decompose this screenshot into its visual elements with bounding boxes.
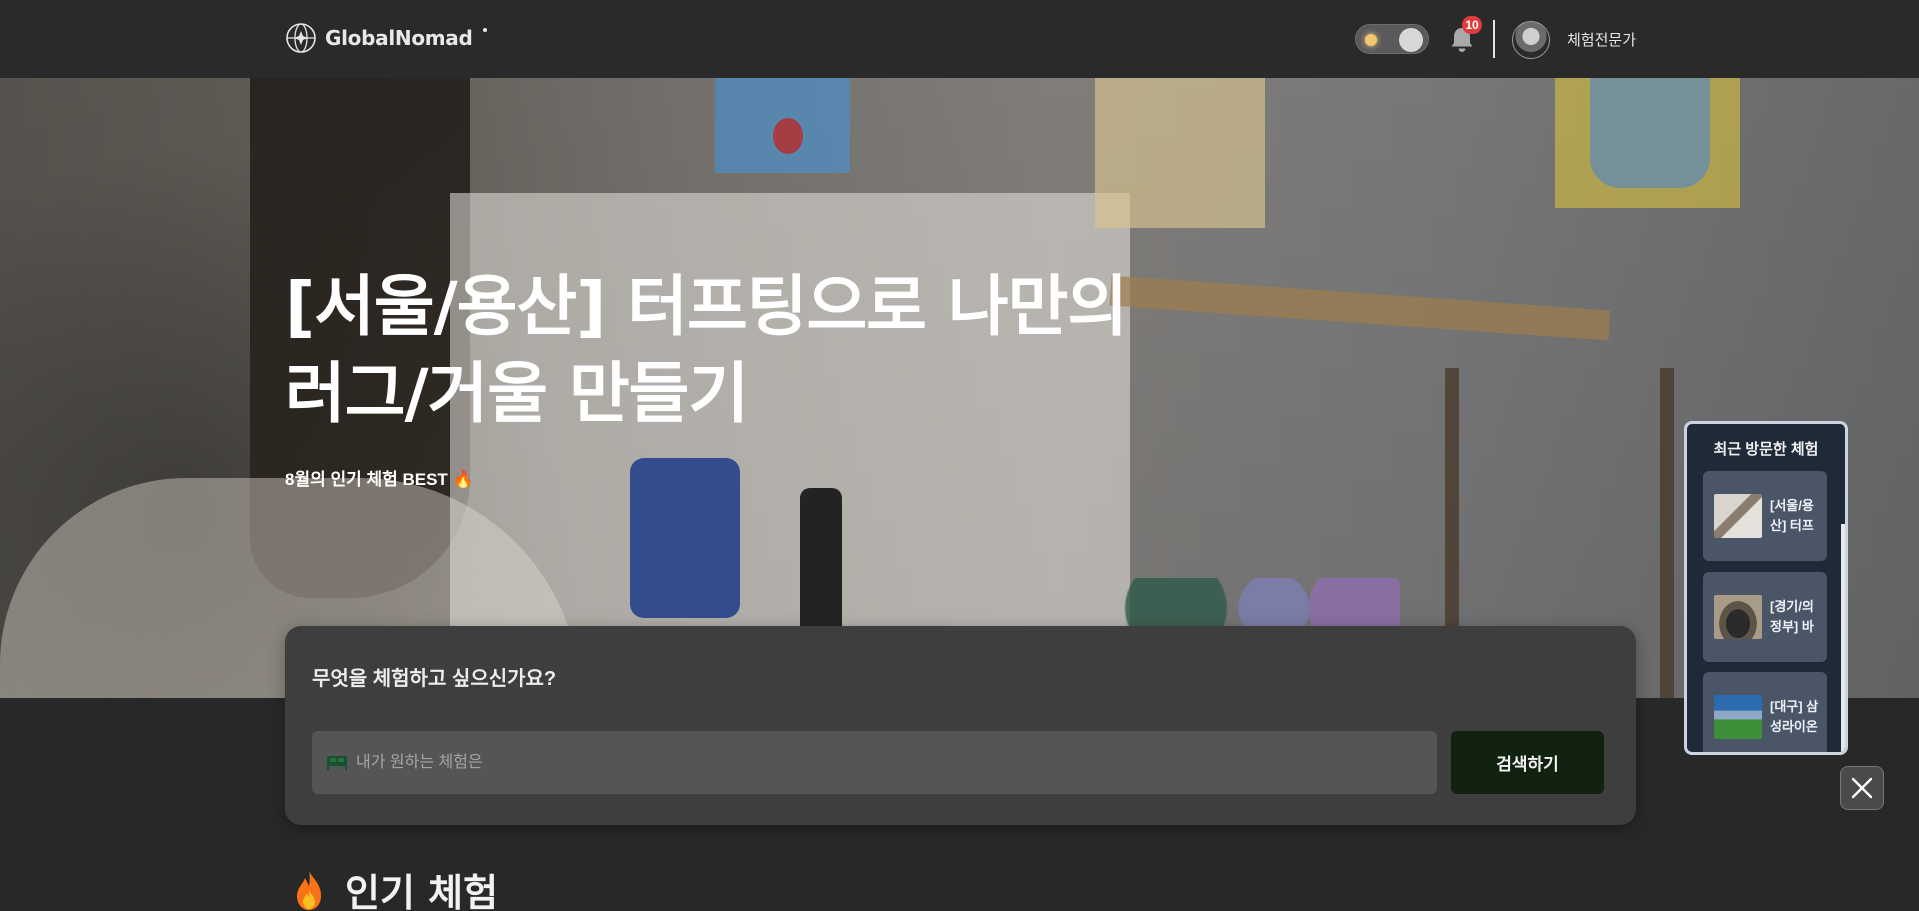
- recent-item-label: [경기/의정부] 바리스타 커...: [1770, 599, 1814, 634]
- page: GlobalNomad 10 체험전문가 [서울/용산] 터프팅으로 나만의 러…: [0, 0, 1919, 911]
- popular-section-heading: 인기 체험: [291, 862, 498, 911]
- sun-icon: [1365, 34, 1377, 46]
- notification-badge: 10: [1462, 16, 1482, 34]
- recent-panel-title: 최근 방문한 체험: [1713, 441, 1819, 458]
- hero-title: [서울/용산] 터프팅으로 나만의 러그/거울 만들기: [285, 268, 1128, 432]
- recent-item-thumbnail: [1714, 494, 1762, 538]
- header-divider: [1493, 20, 1495, 58]
- popular-title: 인기 체험: [345, 871, 499, 911]
- recent-item[interactable]: [경기/의정부] 바리스타 커...: [1703, 572, 1827, 662]
- search-button[interactable]: 검색하기: [1451, 731, 1604, 794]
- recent-item-thumbnail: [1714, 695, 1762, 739]
- theme-toggle[interactable]: [1355, 24, 1429, 54]
- hero-photo-tufting-gun: [630, 458, 740, 618]
- toggle-knob: [1399, 28, 1423, 52]
- globe-icon: [286, 23, 316, 53]
- close-icon: [1851, 777, 1873, 799]
- logo-dot: [482, 28, 487, 32]
- search-field[interactable]: [312, 731, 1437, 794]
- search-title: 무엇을 체험하고 싶으신가요?: [312, 668, 557, 690]
- header: GlobalNomad 10 체험전문가: [0, 0, 1919, 78]
- hero-banner: [서울/용산] 터프팅으로 나만의 러그/거울 만들기 8월의 인기 체험 BE…: [0, 78, 1919, 698]
- logo[interactable]: GlobalNomad: [285, 22, 487, 54]
- recent-item-label: [대구] 삼성라이온즈 파크 ...: [1770, 699, 1819, 734]
- avatar[interactable]: [1512, 21, 1550, 59]
- recent-panel-scrollbar[interactable]: [1841, 524, 1845, 752]
- user-name[interactable]: 체험전문가: [1567, 29, 1636, 50]
- hero-subtitle: 8월의 인기 체험 BEST 🔥: [285, 470, 474, 489]
- hero-photo-frame-post-2: [1660, 368, 1674, 698]
- hero-photo-art-center: [1095, 78, 1265, 228]
- bed-icon: [327, 756, 347, 770]
- hero-photo-art-right-blue: [1590, 78, 1710, 188]
- close-button[interactable]: [1840, 766, 1884, 810]
- search-card: 무엇을 체험하고 싶으신가요? 검색하기: [285, 626, 1636, 825]
- logo-text: GlobalNomad: [325, 26, 473, 50]
- recent-item-label: [서울/용산] 터프팅으로 나...: [1770, 498, 1814, 533]
- hero-photo-art-red: [773, 118, 803, 154]
- recent-item[interactable]: [대구] 삼성라이온즈 파크 ...: [1703, 672, 1827, 752]
- recent-item[interactable]: [서울/용산] 터프팅으로 나...: [1703, 471, 1827, 561]
- recent-visited-panel: 최근 방문한 체험 [서울/용산] 터프팅으로 나... [경기/의정부] 바리…: [1684, 421, 1848, 755]
- fire-icon: [297, 869, 321, 910]
- recent-item-thumbnail: [1714, 595, 1762, 639]
- search-input[interactable]: [356, 731, 1426, 794]
